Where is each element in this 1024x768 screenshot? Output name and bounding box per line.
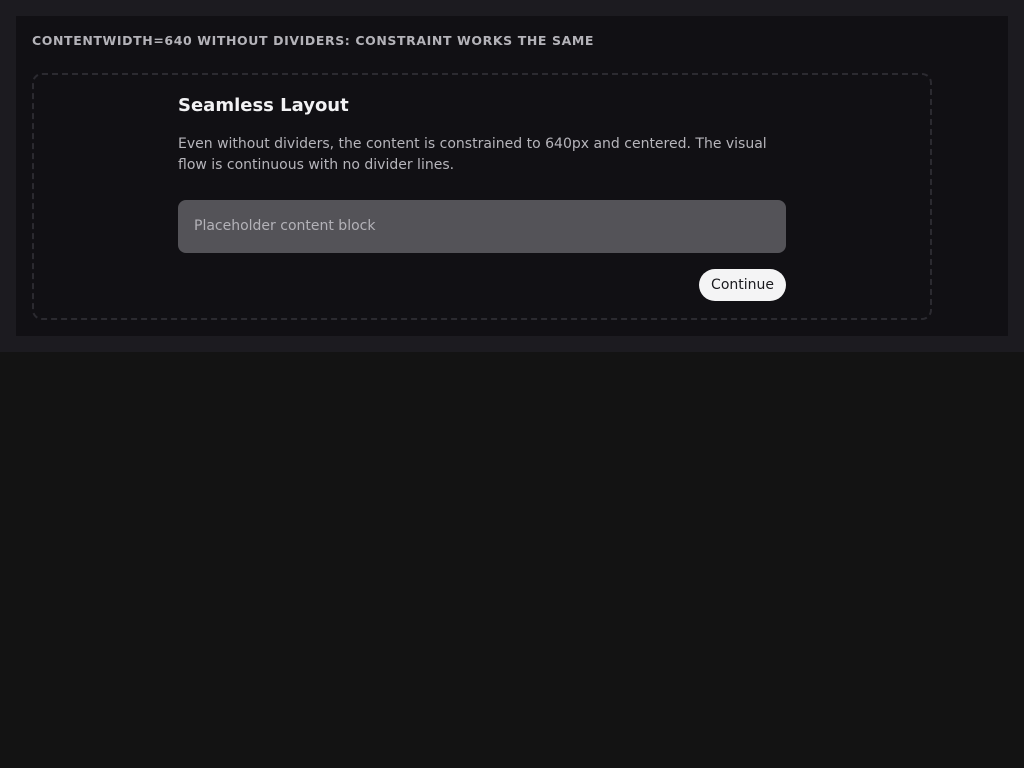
section-description: Even without dividers, the content is co… xyxy=(178,136,767,173)
placeholder-content-block: Placeholder content block xyxy=(178,200,786,253)
story-panel: CONTENTWIDTH=640 WITHOUT DIVIDERS: CONST… xyxy=(16,16,1008,336)
continue-button[interactable]: Continue xyxy=(699,269,786,301)
story-heading: CONTENTWIDTH=640 WITHOUT DIVIDERS: CONST… xyxy=(32,33,595,48)
action-row: Continue xyxy=(178,269,786,301)
content-width-frame: Seamless Layout Even without dividers, t… xyxy=(32,73,932,320)
content-column: Seamless Layout Even without dividers, t… xyxy=(178,94,786,301)
section-title: Seamless Layout xyxy=(178,95,349,116)
